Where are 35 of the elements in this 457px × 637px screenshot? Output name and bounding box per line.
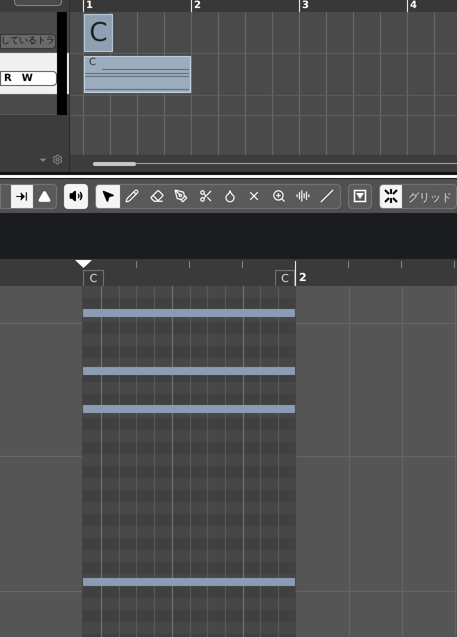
panel-toggle-button[interactable]: [348, 184, 372, 208]
header-button[interactable]: [14, 0, 62, 6]
chord-event[interactable]: C: [84, 14, 113, 52]
zoom-icon: [272, 189, 286, 203]
read-automation-button[interactable]: R: [4, 74, 12, 84]
pen-icon: [174, 189, 188, 203]
bar-number: 2: [299, 270, 307, 285]
track-row[interactable]: [0, 95, 57, 115]
tool-button[interactable]: [96, 184, 120, 208]
bar-number: 2: [194, 0, 202, 12]
bar-number: 1: [86, 0, 94, 12]
dropdown-icon: [38, 190, 51, 202]
drop-icon: [222, 189, 237, 203]
line-icon: [320, 189, 334, 203]
track-name-label: しているトラ: [0, 34, 56, 49]
window-icon: [352, 189, 367, 203]
toolbar-button[interactable]: [33, 184, 56, 208]
scissors-icon: [198, 189, 213, 203]
split-arrow-icon: [15, 190, 28, 202]
snap-icon: [384, 189, 398, 203]
bar-number: 4: [410, 0, 418, 12]
bars-icon: [296, 189, 310, 203]
toolbar-button[interactable]: [64, 184, 88, 208]
speaker-icon: [68, 189, 83, 203]
toolbar-button[interactable]: [10, 184, 34, 208]
eraser-icon: [150, 189, 164, 203]
pencil-icon: [125, 189, 140, 203]
bar-number: 3: [302, 0, 310, 12]
scrollbar-thumb[interactable]: [93, 162, 136, 166]
snap-type-label[interactable]: グリッド: [402, 184, 456, 208]
write-automation-button[interactable]: W: [22, 74, 33, 84]
settings-icon[interactable]: [52, 154, 63, 165]
pointer-icon: [101, 189, 116, 203]
snap-button[interactable]: [380, 184, 402, 208]
midi-part[interactable]: C: [84, 56, 191, 93]
